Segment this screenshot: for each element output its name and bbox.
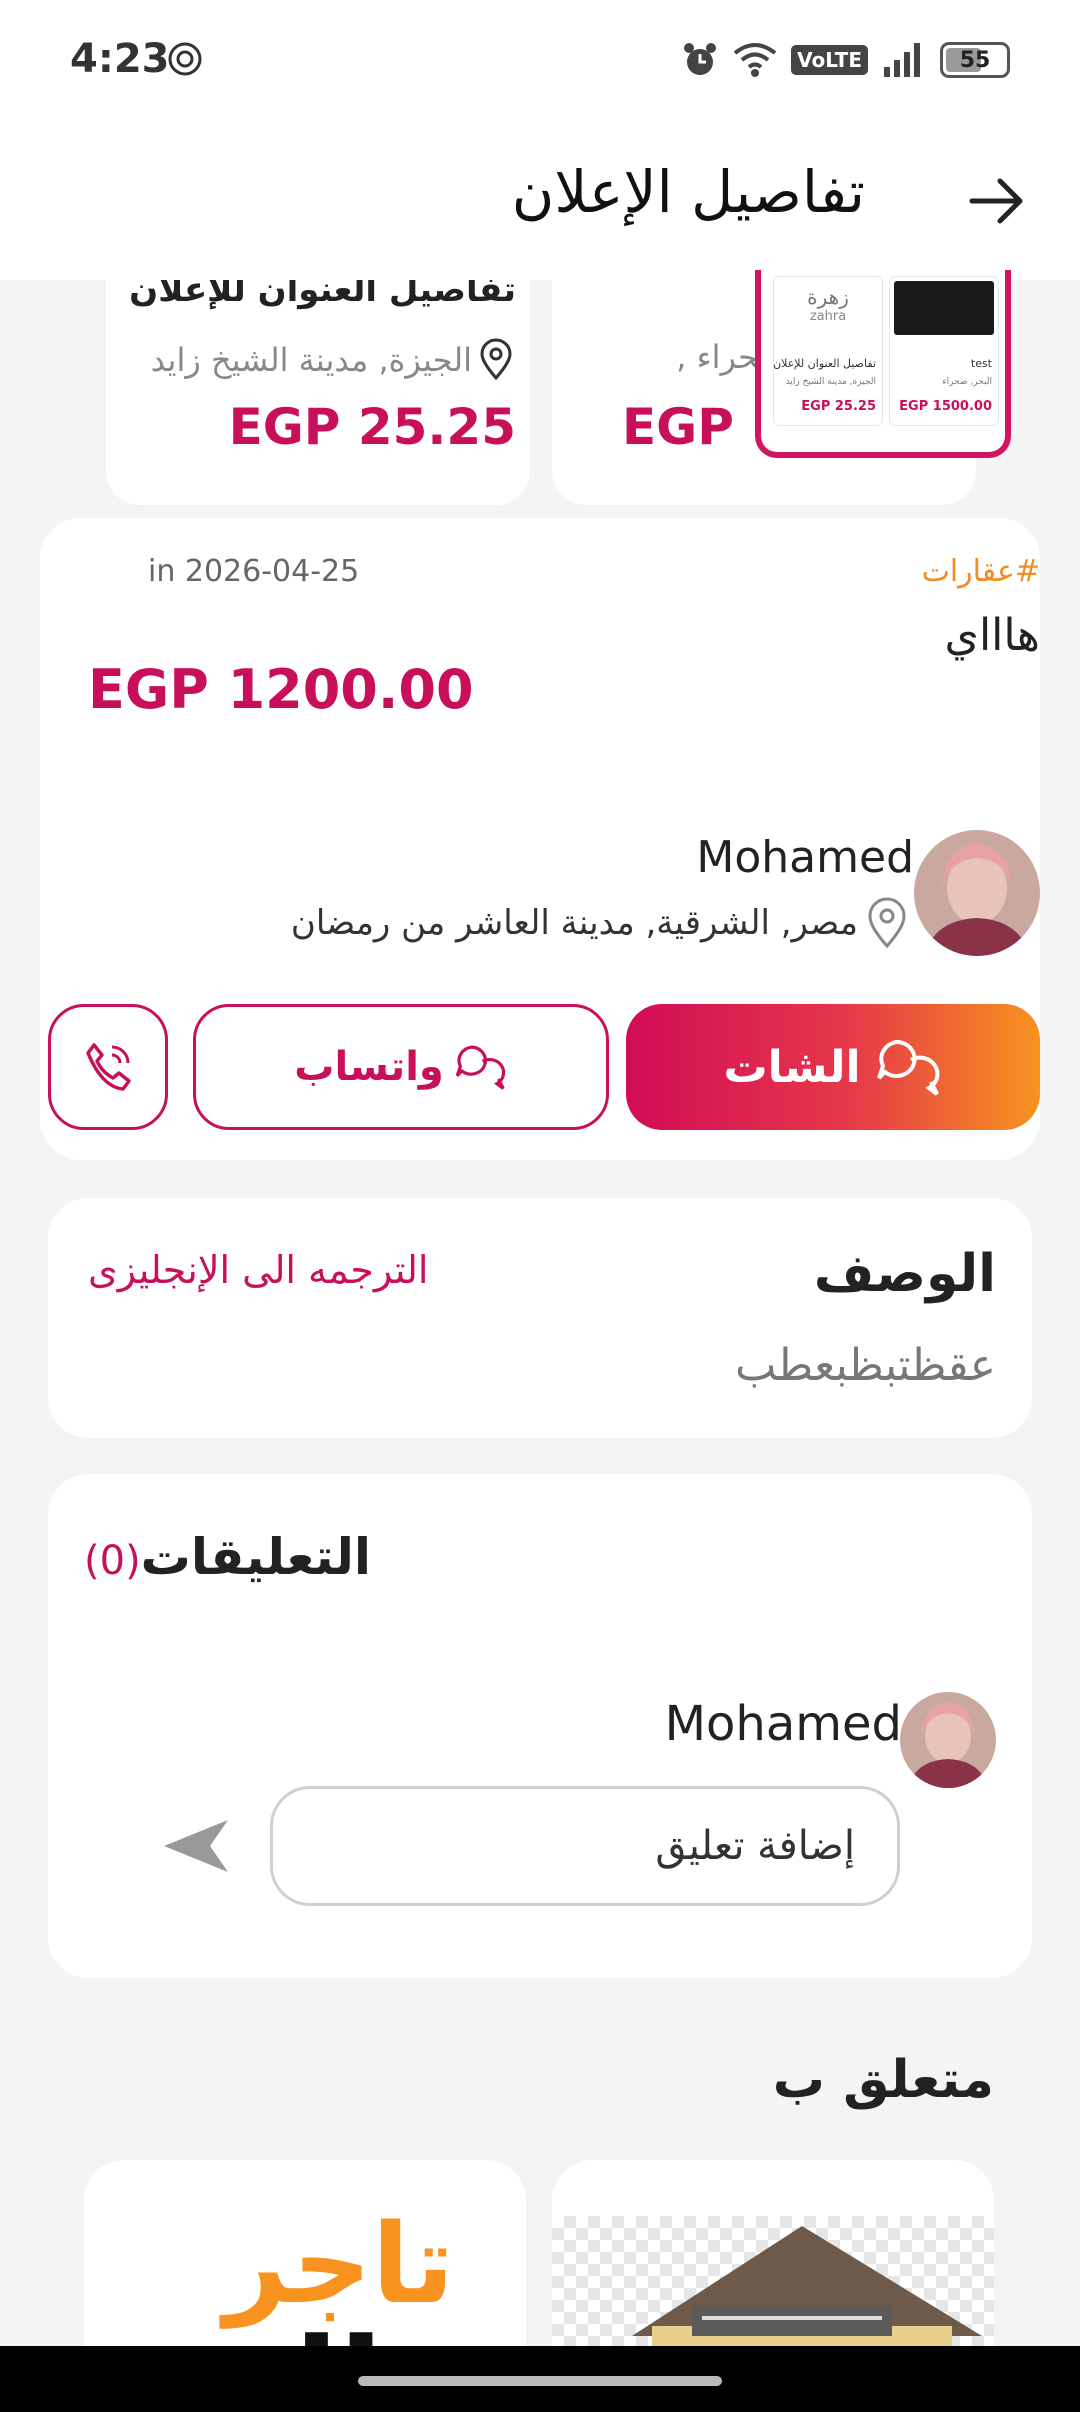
brand-logo-text: تاجر: [224, 2200, 455, 2328]
battery-icon: 55: [940, 42, 1010, 78]
carousel-card-price: EGP 25.25: [228, 398, 516, 456]
chat-button[interactable]: الشات: [626, 1004, 1040, 1130]
screenshot-preview-thumbnail[interactable]: زهرة zahra تفاصيل العنوان للإعلان الجيزة…: [755, 270, 1011, 458]
carousel-card[interactable]: تفاصيل العنوان للإعلان الجيزة, مدينة الش…: [106, 280, 530, 505]
phone-icon: [86, 1043, 131, 1091]
system-navigation-bar: [0, 2346, 1080, 2412]
signal-icon: [884, 43, 920, 77]
commenter-name: Mohamed: [664, 1696, 902, 1752]
comments-title: التعليقات(0): [84, 1528, 372, 1586]
arrow-right-icon[interactable]: [964, 168, 1030, 234]
zahra-logo: زهرة zahra: [807, 285, 849, 324]
thumbnail-card: test البحر, صحراء EGP 1500.00: [889, 276, 999, 426]
chat-bubble-icon: [876, 1039, 939, 1096]
send-icon[interactable]: [158, 1814, 234, 1878]
chat-bubble-icon: [455, 1045, 505, 1090]
thumbnail-image: [894, 281, 994, 335]
page-title: تفاصيل الإعلان: [511, 158, 865, 226]
comments-card: التعليقات(0) Mohamed: [48, 1474, 1032, 1978]
listing-card: #عقارات in 2026-04-25 هاااي EGP 1200.00 …: [40, 518, 1040, 1160]
volte-badge: VoLTE: [791, 45, 868, 75]
status-icons: VoLTE 55: [681, 38, 1010, 82]
status-bar: 4:23 VoLTE 55: [0, 0, 1080, 120]
avatar[interactable]: [914, 830, 1040, 956]
description-title: الوصف: [813, 1244, 996, 1304]
alarm-icon: [684, 43, 717, 75]
location-pin-icon: [868, 897, 906, 949]
related-title: متعلق ب: [772, 2050, 994, 2110]
chat-button-label: الشات: [723, 1041, 861, 1093]
whatsapp-button[interactable]: واتساب: [193, 1004, 609, 1130]
whatsapp-button-label: واتساب: [294, 1044, 444, 1090]
call-button[interactable]: [48, 1004, 168, 1130]
battery-level: 55: [959, 47, 991, 73]
listing-title: هاااي: [944, 610, 1041, 661]
translate-link[interactable]: الترجمه الى الإنجليزى: [88, 1248, 428, 1292]
status-time: 4:23: [70, 36, 170, 82]
category-tag[interactable]: #عقارات: [922, 554, 1040, 589]
app-header: تفاصيل الإعلان: [0, 120, 1080, 280]
carousel-card-location: الجيزة, مدينة الشيخ زايد: [151, 338, 516, 382]
description-card: الوصف الترجمه الى الإنجليزى عقظتبظبعطب: [48, 1198, 1032, 1438]
comment-input[interactable]: [270, 1786, 900, 1906]
seller-name[interactable]: Mohamed: [696, 832, 914, 883]
carousel-card-title: تفاصيل العنوان للإعلان: [129, 280, 516, 310]
listing-date: in 2026-04-25: [148, 554, 360, 589]
location-pin-icon: [480, 338, 512, 381]
openai-icon: [168, 42, 202, 76]
seller-location: مصر, الشرقية, مدينة العاشر من رمضان: [291, 896, 910, 950]
description-text: عقظتبظبعطب: [734, 1340, 996, 1391]
wifi-icon: [733, 43, 777, 77]
home-indicator[interactable]: [358, 2376, 722, 2386]
avatar: [900, 1692, 996, 1788]
listing-price: EGP 1200.00: [88, 658, 474, 721]
comments-count: (0): [84, 1538, 141, 1584]
thumbnail-card: زهرة zahra تفاصيل العنوان للإعلان الجيزة…: [773, 276, 883, 426]
